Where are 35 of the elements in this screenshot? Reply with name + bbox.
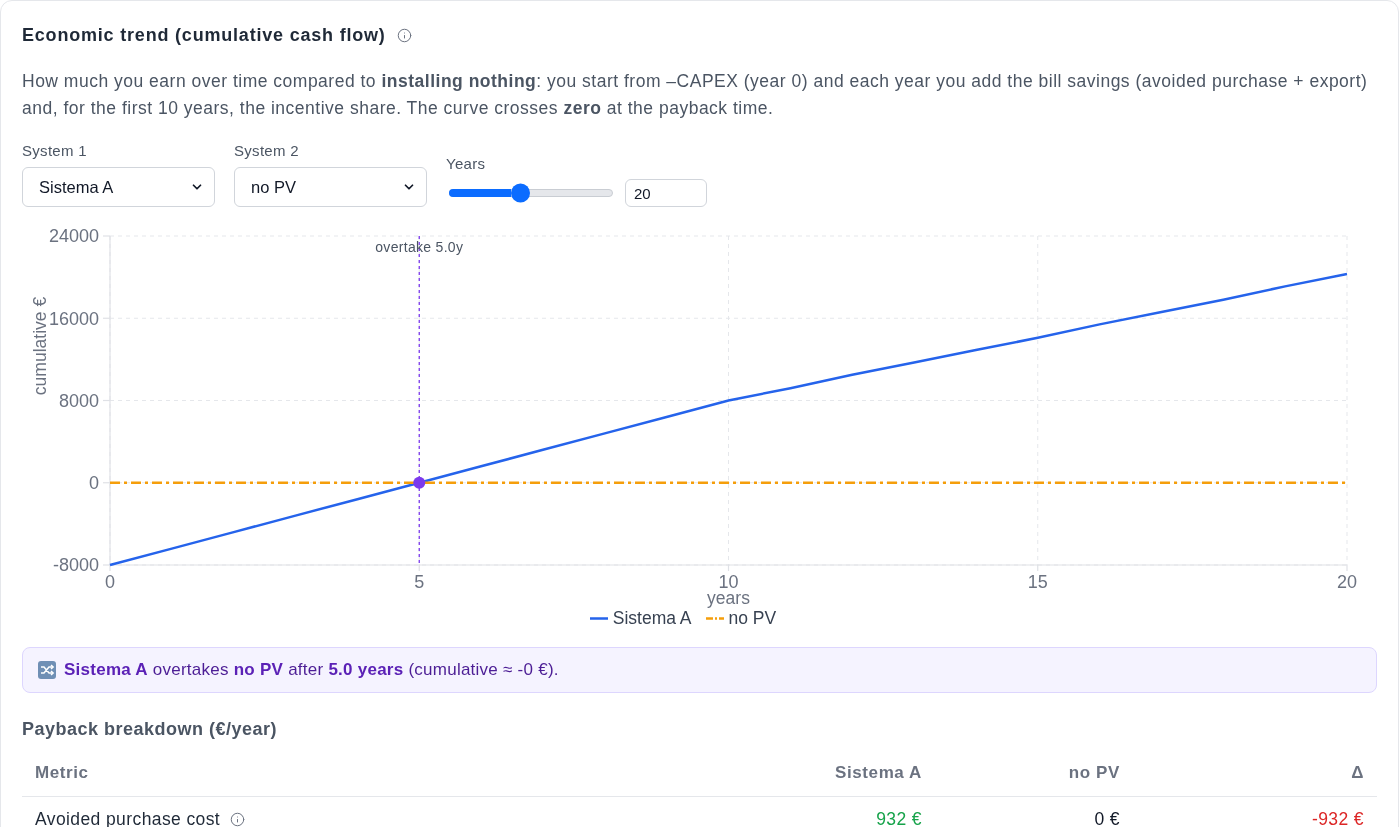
y-axis-title: cumulative € [30, 296, 51, 396]
field-label: System 2 [234, 142, 300, 160]
shuffle-icon [38, 661, 56, 679]
column-header: Δ [1133, 750, 1377, 796]
info-icon[interactable] [396, 27, 412, 43]
y-tick-label: 0 [89, 473, 99, 494]
x-tick-label: 5 [414, 572, 425, 592]
system-select[interactable]: no PV [234, 167, 427, 207]
column-header: no PV [935, 750, 1133, 796]
slider-thumb[interactable] [510, 183, 530, 203]
y-tick-label: 24000 [48, 226, 99, 247]
system-select[interactable]: Sistema A [22, 167, 215, 207]
breakdown-title: Payback breakdown (€/year) [22, 718, 279, 740]
info-icon[interactable] [230, 811, 246, 827]
legend-label: Sistema A [612, 608, 692, 628]
callout-text: Sistema A overtakes no PV after 5.0 years (cumulative ≈ -0 €). [64, 660, 559, 680]
x-tick-label: 0 [105, 572, 115, 592]
years-input[interactable]: 20 [625, 179, 707, 207]
x-tick-label: 20 [1337, 572, 1357, 592]
field-label: Years [446, 155, 487, 173]
x-tick-label: 15 [1027, 572, 1048, 592]
field-label: System 1 [22, 142, 88, 160]
column-header: Metric [22, 750, 735, 796]
crossing-point [413, 476, 426, 489]
table-cell: 932 € [735, 796, 935, 827]
legend-label: no PV [728, 608, 777, 628]
description-text: How much you earn over time compared to installing nothing: you start from –CAPEX (year 0) and each year you add the bill savings (avoided purchase + export) and, for the first 10 years, the incentive share. The curve crosses zero at the payback time. [22, 70, 1369, 120]
y-tick-label: 16000 [48, 308, 99, 329]
table-cell: -932 € [1133, 796, 1377, 827]
reference-line-label: overtake 5.0y [375, 238, 464, 255]
table-cell: 0 € [935, 796, 1133, 827]
y-tick-label: -8000 [52, 555, 99, 576]
column-header: Sistema A [735, 750, 935, 796]
section-title: Economic trend (cumulative cash flow) [22, 24, 386, 46]
y-tick-label: 8000 [58, 390, 99, 411]
